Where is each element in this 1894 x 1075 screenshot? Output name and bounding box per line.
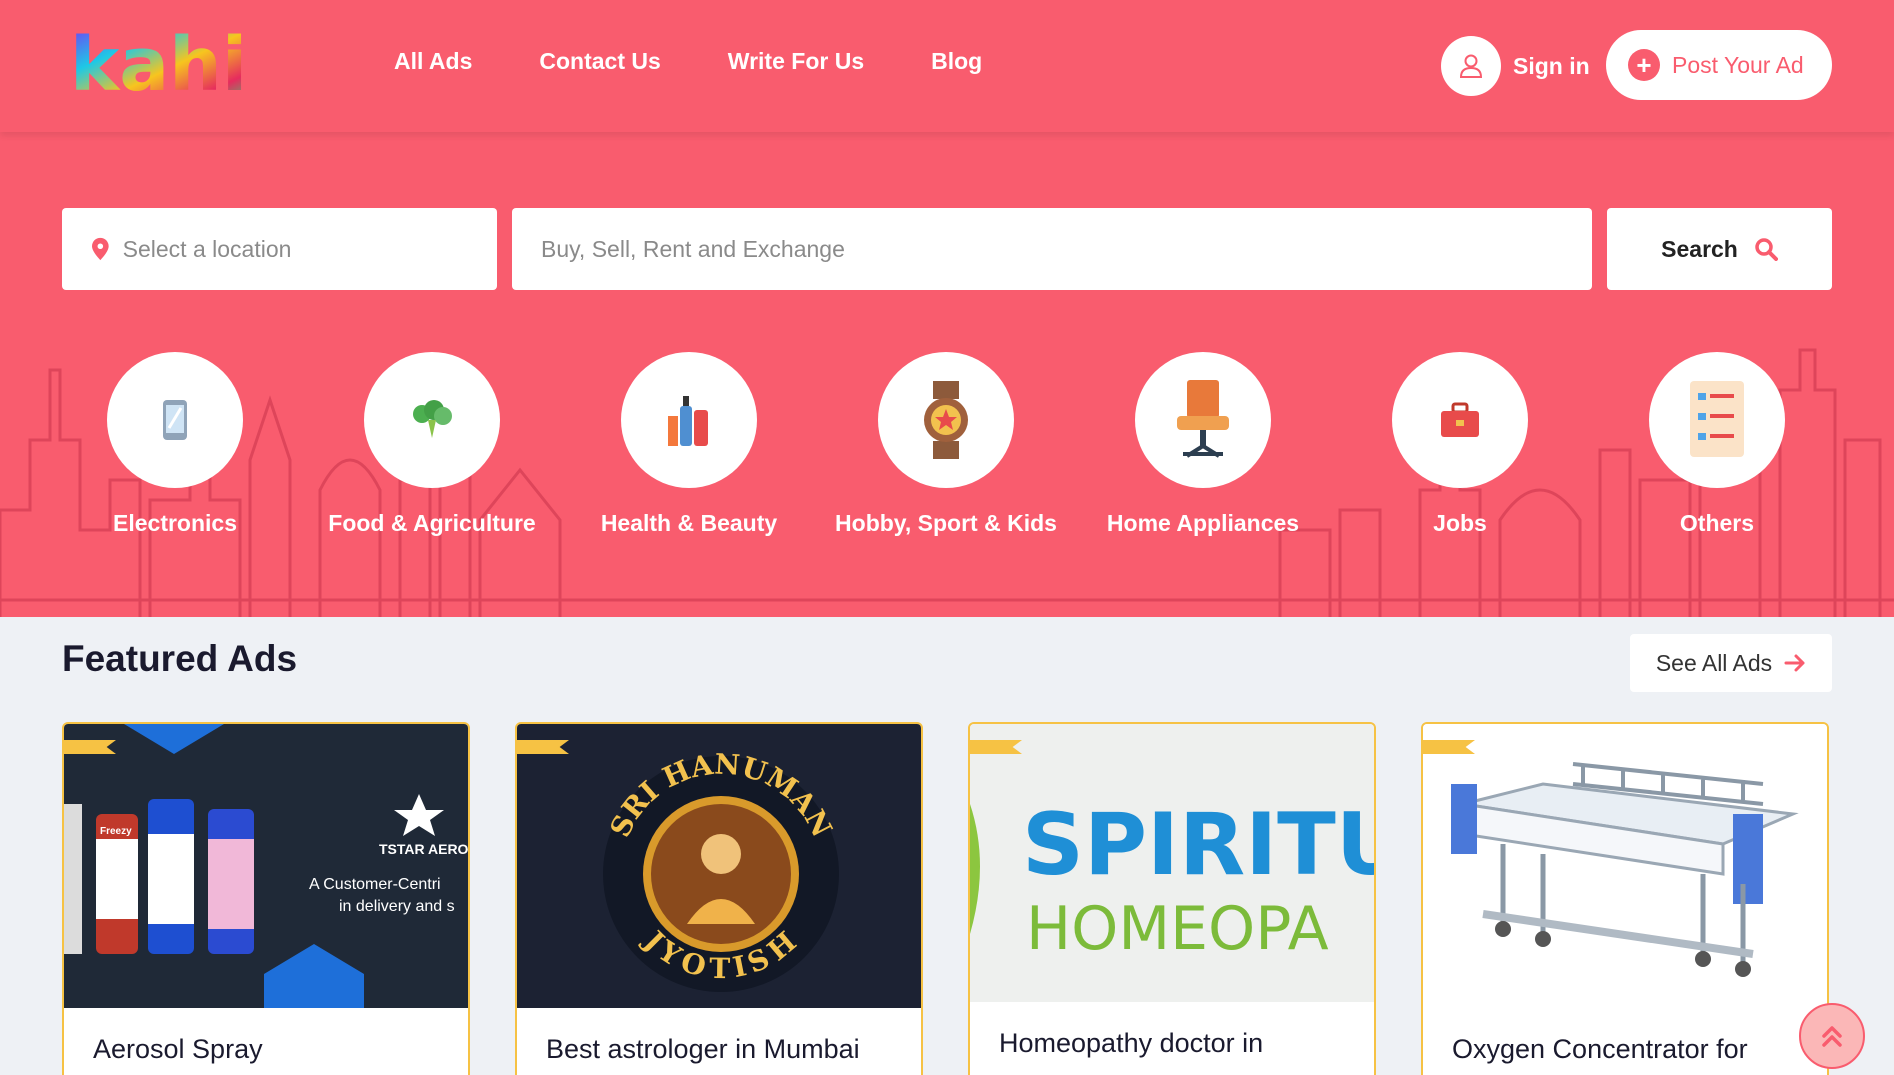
category-home-appliances[interactable]: Home Appliances [1083,352,1323,537]
search-button[interactable]: Search [1607,208,1832,290]
briefcase-icon [1441,402,1479,437]
category-icon-circle [1135,352,1271,488]
medal-icon [924,381,968,459]
ad-image [1423,724,1827,1008]
homeopathy-logo-image: SPIRITU HOMEOPA [970,795,1374,964]
category-icon-circle [878,352,1014,488]
ad-image: TSTAR AEROS A Customer-Centri in deliver… [64,724,468,1008]
category-food-agriculture[interactable]: Food & Agriculture [312,352,552,537]
svg-text:in delivery and s: in delivery and s [339,898,455,915]
svg-text:A Customer-Centri: A Customer-Centri [309,876,441,893]
chair-icon [1177,380,1229,458]
phone-icon [163,400,187,440]
double-chevron-up-icon [1822,1026,1842,1047]
scroll-to-top-button[interactable] [1799,1003,1865,1069]
ad-card[interactable]: Oxygen Concentrator for [1421,722,1829,1075]
ad-card[interactable]: SPIRITU HOMEOPA Homeopathy doctor in [968,722,1376,1075]
category-electronics[interactable]: Electronics [55,352,295,537]
category-others[interactable]: Others [1597,352,1837,537]
nav-write-for-us[interactable]: Write For Us [728,48,864,75]
ad-title[interactable]: Oxygen Concentrator for [1452,1034,1748,1065]
category-label: Food & Agriculture [328,510,536,536]
category-hobby-sport-kids[interactable]: Hobby, Sport & Kids [826,352,1066,537]
location-select[interactable] [62,208,497,290]
plus-icon: + [1628,49,1660,81]
category-icon-circle [1392,352,1528,488]
ad-card[interactable]: SRI HANUMAN JYOTISH Best astrologer in M… [515,722,923,1075]
category-health-beauty[interactable]: Health & Beauty [569,352,809,537]
featured-ads-heading: Featured Ads [62,638,298,679]
svg-text:SPIRITU: SPIRITU [1022,795,1374,895]
main-nav: All Ads Contact Us Write For Us Blog [394,48,982,75]
category-label: Jobs [1433,510,1487,536]
ad-image: SPIRITU HOMEOPA [970,724,1374,1002]
astrology-logo-image: SRI HANUMAN JYOTISH [603,747,839,992]
see-all-ads-button[interactable]: See All Ads [1630,634,1832,692]
cosmetics-icon [668,396,708,446]
sign-in-link[interactable]: Sign in [1441,36,1590,96]
search-query-box[interactable] [512,208,1592,290]
hero-section: kahi All Ads Contact Us Write For Us Blo… [0,0,1894,617]
ad-title[interactable]: Homeopathy doctor in [999,1028,1263,1059]
category-label: Electronics [113,510,237,536]
sign-in-label: Sign in [1513,52,1590,79]
svg-text:HOMEOPA: HOMEOPA [1026,894,1329,964]
category-icon-circle [621,352,757,488]
ad-title[interactable]: Aerosol Spray [93,1034,263,1065]
search-icon [1755,238,1778,261]
search-input[interactable] [541,235,1592,263]
broccoli-icon [413,400,452,438]
top-navigation-bar: kahi All Ads Contact Us Write For Us Blo… [0,0,1894,132]
ad-title[interactable]: Best astrologer in Mumbai [546,1034,860,1065]
category-label: Health & Beauty [600,510,778,536]
category-label: Home Appliances [1106,510,1300,536]
svg-text:kahi: kahi [70,32,247,102]
list-icon [1690,381,1744,457]
category-jobs[interactable]: Jobs [1340,352,1580,537]
location-input[interactable] [122,235,497,263]
ad-image: SRI HANUMAN JYOTISH [517,724,921,1008]
aerosol-product-image: TSTAR AEROS A Customer-Centri in deliver… [64,724,468,1008]
location-pin-icon [92,237,109,261]
nav-all-ads[interactable]: All Ads [394,48,472,75]
hospital-bed-image [1451,762,1799,977]
nav-blog[interactable]: Blog [931,48,982,75]
category-label: Others [1679,510,1755,536]
post-your-ad-label: Post Your Ad [1672,51,1804,78]
search-button-label: Search [1661,235,1738,262]
category-icon-circle [364,352,500,488]
svg-text:Freezy: Freezy [100,826,132,837]
arrow-right-icon [1784,654,1805,672]
category-label: Hobby, Sport & Kids [835,510,1057,536]
see-all-ads-label: See All Ads [1655,649,1773,676]
category-icon-circle [1649,352,1785,488]
post-your-ad-button[interactable]: + Post Your Ad [1606,30,1832,100]
category-icon-circle [107,352,243,488]
kahi-logo[interactable]: kahi [70,32,320,102]
svg-text:TSTAR AEROS: TSTAR AEROS [379,841,468,857]
user-icon [1441,36,1501,96]
nav-contact-us[interactable]: Contact Us [539,48,660,75]
ad-card[interactable]: TSTAR AEROS A Customer-Centri in deliver… [62,722,470,1075]
